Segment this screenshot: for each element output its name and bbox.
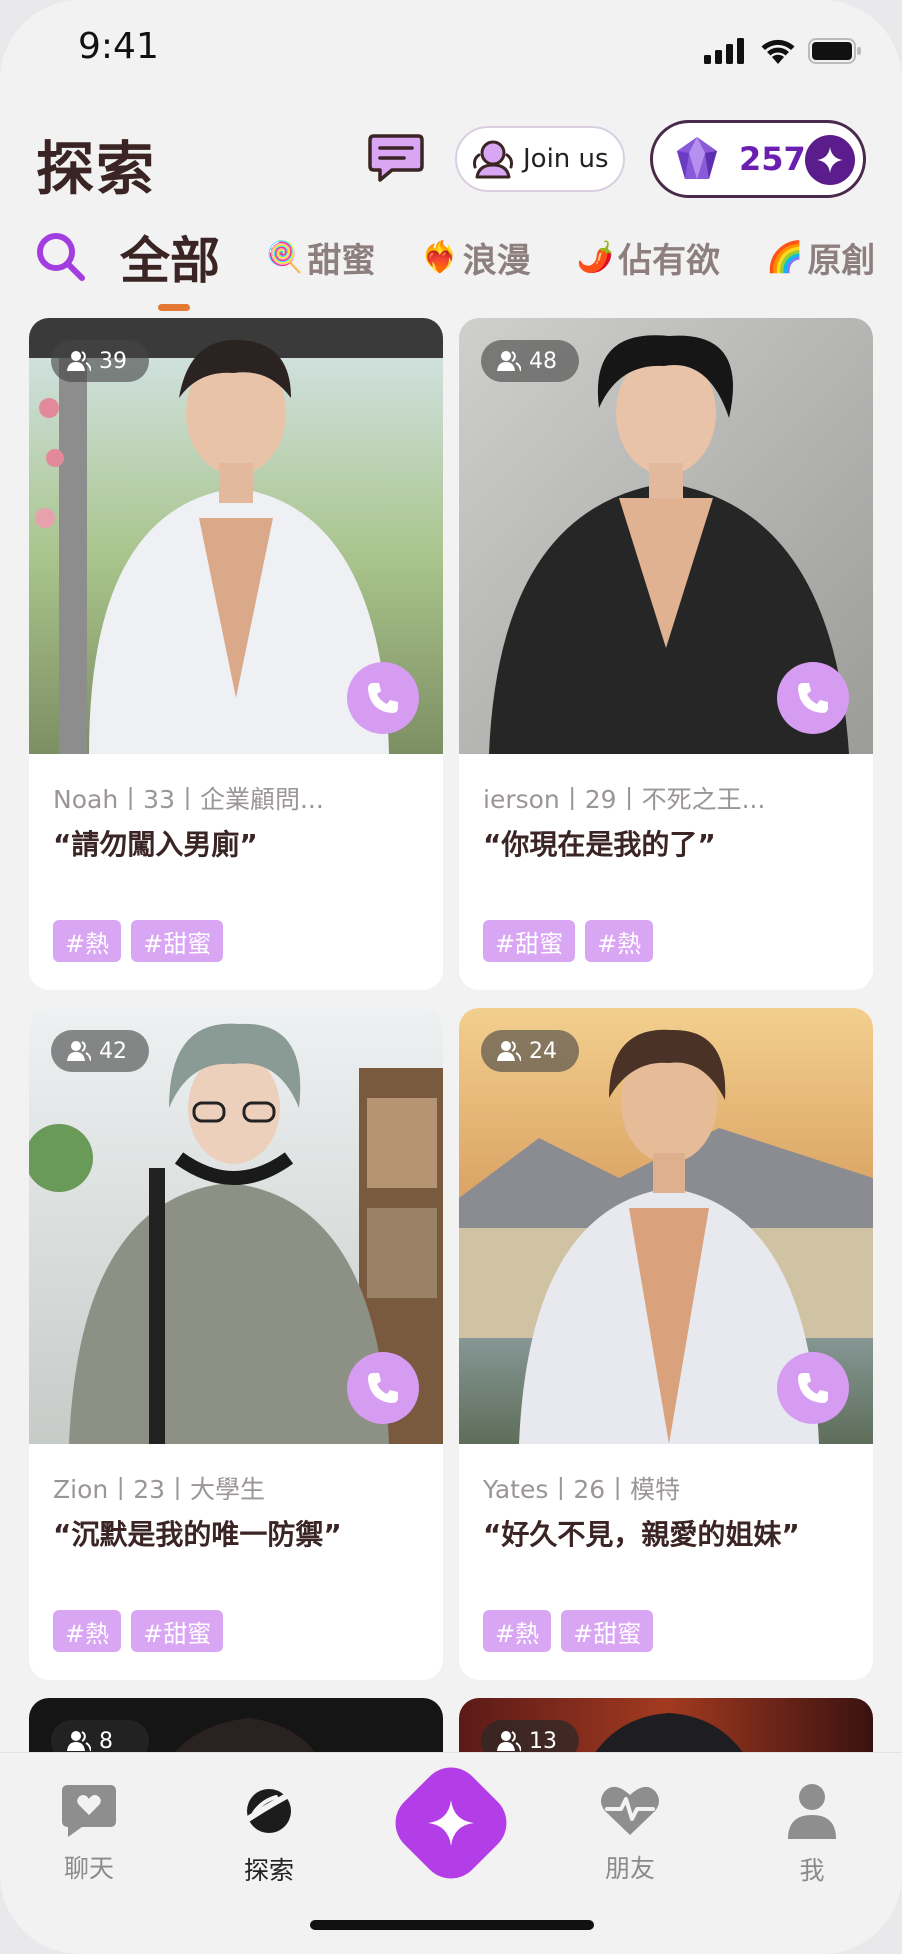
join-us-label: Join us bbox=[523, 144, 609, 174]
group-icon bbox=[473, 140, 513, 179]
chat-heart-icon bbox=[62, 1785, 116, 1837]
nav-me[interactable]: 我 bbox=[752, 1783, 872, 1887]
tab-label: 原創 bbox=[807, 240, 876, 281]
character-meta: Zion丨23丨大學生 bbox=[53, 1475, 266, 1504]
viewer-count-badge: 24 bbox=[481, 1030, 579, 1072]
viewer-count: 24 bbox=[529, 1038, 557, 1064]
chili-pepper-icon: 🌶️ bbox=[576, 239, 615, 275]
planet-icon bbox=[240, 1788, 298, 1833]
tab-possessive[interactable]: 🌶️ 佔有欲 bbox=[577, 233, 720, 282]
call-button[interactable] bbox=[347, 1352, 419, 1424]
create-button[interactable] bbox=[383, 1755, 519, 1891]
character-quote: “沉默是我的唯一防禦” bbox=[53, 1518, 342, 1551]
nav-chat[interactable]: 聊天 bbox=[29, 1783, 149, 1885]
viewer-count: 13 bbox=[529, 1728, 557, 1754]
gem-count: 257 bbox=[739, 140, 806, 178]
users-icon bbox=[497, 1731, 521, 1752]
person-icon bbox=[788, 1784, 836, 1839]
tag-list: #熱 #甜蜜 bbox=[53, 920, 224, 962]
message-icon bbox=[368, 134, 424, 182]
gem-balance-button[interactable]: 257 bbox=[650, 120, 866, 198]
call-button[interactable] bbox=[347, 662, 419, 734]
sparkle-icon bbox=[817, 147, 843, 173]
status-time: 9:41 bbox=[78, 26, 159, 67]
heartbeat-icon bbox=[601, 1786, 659, 1835]
tab-original[interactable]: 🌈 原創 bbox=[766, 233, 875, 282]
tag-list: #熱 #甜蜜 bbox=[53, 1610, 224, 1652]
phone-icon bbox=[368, 1373, 398, 1403]
character-meta: ierson丨29丨不死之王... bbox=[483, 785, 766, 814]
viewer-count-badge: 48 bbox=[481, 340, 579, 382]
sparkle-icon bbox=[428, 1800, 474, 1846]
nav-label: 我 bbox=[799, 1856, 825, 1885]
gem-icon bbox=[677, 137, 717, 179]
users-icon bbox=[497, 1041, 521, 1062]
status-icons bbox=[704, 38, 862, 64]
tab-romance[interactable]: ❤️‍🔥 浪漫 bbox=[421, 233, 530, 282]
nav-friends[interactable]: 朋友 bbox=[570, 1783, 690, 1885]
tag[interactable]: #甜蜜 bbox=[483, 920, 576, 962]
phone-icon bbox=[798, 683, 828, 713]
messages-button[interactable] bbox=[366, 132, 426, 184]
character-card[interactable]: 42 Zion丨23丨大學生 “沉默是我的唯一防禦” #熱 #甜蜜 bbox=[29, 1008, 443, 1680]
tag[interactable]: #熱 bbox=[53, 920, 122, 962]
tab-label: 佔有欲 bbox=[618, 240, 721, 281]
users-icon bbox=[67, 351, 91, 372]
tag[interactable]: #甜蜜 bbox=[131, 920, 224, 962]
call-button[interactable] bbox=[777, 1352, 849, 1424]
viewer-count-badge: 42 bbox=[51, 1030, 149, 1072]
tab-sweet[interactable]: 🍭 甜蜜 bbox=[266, 233, 375, 282]
tag-list: #甜蜜 #熱 bbox=[483, 920, 654, 962]
character-meta: Yates丨26丨模特 bbox=[483, 1475, 681, 1504]
tab-label: 甜蜜 bbox=[307, 240, 376, 281]
heart-fire-icon: ❤️‍🔥 bbox=[421, 239, 459, 275]
tab-all[interactable]: 全部 bbox=[120, 221, 220, 311]
tag[interactable]: #熱 bbox=[483, 1610, 552, 1652]
battery-icon bbox=[808, 38, 861, 64]
tab-label: 全部 bbox=[120, 232, 220, 290]
users-icon bbox=[67, 1731, 91, 1752]
character-quote: “你現在是我的了” bbox=[483, 828, 716, 861]
category-tabs: 全部 🍭 甜蜜 ❤️‍🔥 浪漫 🌶️ 佔有欲 🌈 原創 bbox=[34, 221, 902, 311]
tag[interactable]: #甜蜜 bbox=[131, 1610, 224, 1652]
screen: 9:41 探索 bbox=[0, 0, 902, 1954]
call-button[interactable] bbox=[777, 662, 849, 734]
rainbow-icon: 🌈 bbox=[766, 239, 804, 275]
join-us-button[interactable]: Join us bbox=[455, 126, 625, 192]
character-meta: Noah丨33丨企業顧問... bbox=[53, 785, 324, 814]
tag[interactable]: #熱 bbox=[585, 920, 654, 962]
add-gems-button[interactable] bbox=[805, 135, 855, 185]
viewer-count: 48 bbox=[529, 348, 557, 374]
character-card[interactable]: 39 Noah丨33丨企業顧問... “請勿闖入男廁” #熱 #甜蜜 bbox=[29, 318, 443, 990]
phone-icon bbox=[368, 683, 398, 713]
viewer-count-badge: 39 bbox=[51, 340, 149, 382]
wifi-icon bbox=[761, 39, 795, 64]
users-icon bbox=[67, 1041, 91, 1062]
users-icon bbox=[497, 351, 521, 372]
nav-label: 聊天 bbox=[63, 1854, 114, 1883]
tag[interactable]: #甜蜜 bbox=[561, 1610, 654, 1652]
viewer-count: 8 bbox=[99, 1728, 113, 1754]
viewer-count: 42 bbox=[99, 1038, 127, 1064]
nav-explore[interactable]: 探索 bbox=[209, 1783, 329, 1887]
phone-icon bbox=[798, 1373, 828, 1403]
tag-list: #熱 #甜蜜 bbox=[483, 1610, 654, 1652]
character-card[interactable]: 48 ierson丨29丨不死之王... “你現在是我的了” #甜蜜 #熱 bbox=[459, 318, 873, 990]
search-icon[interactable] bbox=[34, 230, 88, 284]
tag[interactable]: #熱 bbox=[53, 1610, 122, 1652]
character-quote: “請勿闖入男廁” bbox=[53, 828, 258, 861]
tab-label: 浪漫 bbox=[462, 240, 531, 281]
viewer-count: 39 bbox=[99, 348, 127, 374]
lollipop-icon: 🍭 bbox=[266, 239, 304, 275]
nav-label: 朋友 bbox=[604, 1854, 655, 1883]
character-quote: “好久不見，親愛的姐妹” bbox=[483, 1518, 800, 1551]
home-indicator bbox=[310, 1920, 594, 1930]
character-card[interactable]: 24 Yates丨26丨模特 “好久不見，親愛的姐妹” #熱 #甜蜜 bbox=[459, 1008, 873, 1680]
cellular-signal-icon bbox=[704, 38, 744, 64]
nav-label: 探索 bbox=[243, 1856, 294, 1885]
page-title: 探索 bbox=[36, 135, 157, 203]
